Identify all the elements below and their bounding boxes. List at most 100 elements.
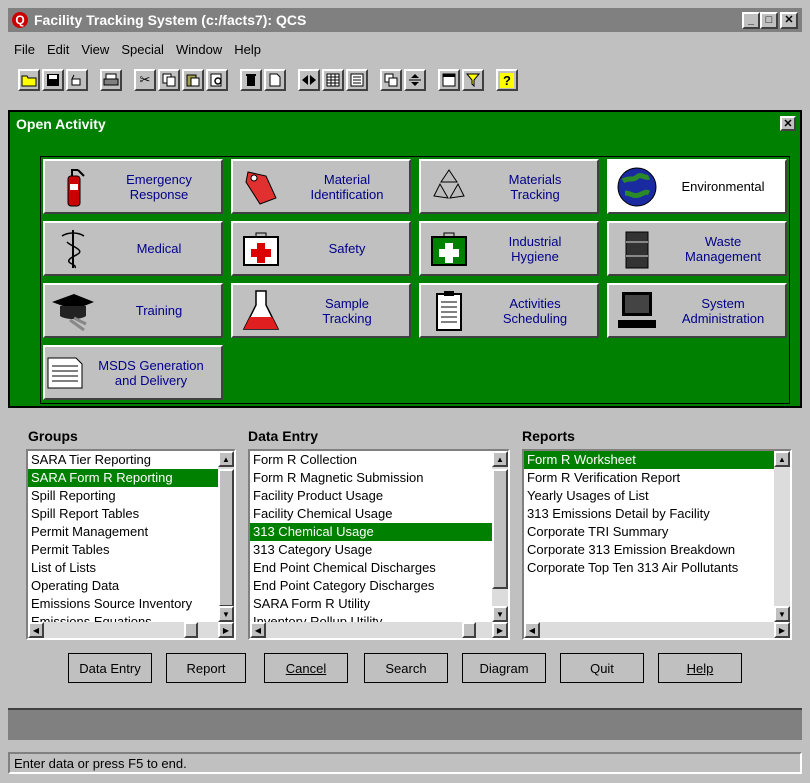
scroll-up-icon[interactable]: ▲ xyxy=(492,451,508,467)
new-page-icon[interactable] xyxy=(264,69,286,91)
groups-hscrollbar[interactable]: ◀ ▶ xyxy=(28,622,234,638)
list-item[interactable]: Inventory Rollup Utility xyxy=(250,613,492,622)
cascade-icon[interactable] xyxy=(380,69,402,91)
window-icon[interactable] xyxy=(438,69,460,91)
list-item[interactable]: SARA Tier Reporting xyxy=(28,451,218,469)
search-button[interactable]: Search xyxy=(364,653,448,683)
activity-close-button[interactable]: ✕ xyxy=(780,116,796,131)
scroll-thumb[interactable] xyxy=(184,622,198,638)
menu-special[interactable]: Special xyxy=(115,42,170,57)
reports-hscrollbar[interactable]: ◀ ▶ xyxy=(524,622,790,638)
list-item[interactable]: Form R Verification Report xyxy=(524,469,774,487)
scroll-thumb[interactable] xyxy=(462,622,476,638)
activity-material-identification[interactable]: Material Identification xyxy=(231,159,411,214)
form-icon[interactable] xyxy=(346,69,368,91)
menu-window[interactable]: Window xyxy=(170,42,228,57)
list-item[interactable]: Corporate 313 Emission Breakdown xyxy=(524,541,774,559)
activity-training[interactable]: Training xyxy=(43,283,223,338)
undo-icon[interactable] xyxy=(66,69,88,91)
scroll-down-icon[interactable]: ▼ xyxy=(218,606,234,622)
list-item[interactable]: Permit Tables xyxy=(28,541,218,559)
list-item[interactable]: 313 Emissions Detail by Facility xyxy=(524,505,774,523)
list-item[interactable]: End Point Category Discharges xyxy=(250,577,492,595)
menu-edit[interactable]: Edit xyxy=(41,42,75,57)
groups-list[interactable]: SARA Tier Reporting SARA Form R Reportin… xyxy=(26,449,236,640)
copy-icon[interactable] xyxy=(158,69,180,91)
activity-industrial-hygiene[interactable]: Industrial Hygiene xyxy=(419,221,599,276)
data-entry-button[interactable]: Data Entry xyxy=(68,653,152,683)
list-item[interactable]: List of Lists xyxy=(28,559,218,577)
activity-sample-tracking[interactable]: Sample Tracking xyxy=(231,283,411,338)
activity-waste-management[interactable]: Waste Management xyxy=(607,221,787,276)
scroll-left-icon[interactable]: ◀ xyxy=(250,622,266,638)
cut-icon[interactable]: ✂ xyxy=(134,69,156,91)
data-entry-hscrollbar[interactable]: ◀ ▶ xyxy=(250,622,508,638)
menu-file[interactable]: File xyxy=(8,42,41,57)
list-item[interactable]: 313 Category Usage xyxy=(250,541,492,559)
scroll-right-icon[interactable]: ▶ xyxy=(774,622,790,638)
list-item[interactable]: Emissions Equations xyxy=(28,613,218,622)
list-item[interactable]: Form R Worksheet xyxy=(524,451,774,469)
scroll-down-icon[interactable]: ▼ xyxy=(492,606,508,622)
cancel-button[interactable]: Cancel xyxy=(264,653,348,683)
save-icon[interactable] xyxy=(42,69,64,91)
close-button[interactable]: ✕ xyxy=(780,11,798,29)
prev-next-icon[interactable] xyxy=(298,69,320,91)
report-button[interactable]: Report xyxy=(166,653,246,683)
list-item[interactable]: Form R Magnetic Submission xyxy=(250,469,492,487)
list-item[interactable]: Emissions Source Inventory xyxy=(28,595,218,613)
list-item[interactable]: Spill Report Tables xyxy=(28,505,218,523)
menu-help[interactable]: Help xyxy=(228,42,267,57)
data-entry-vscrollbar[interactable]: ▲ ▼ xyxy=(492,451,508,622)
list-item[interactable]: SARA Form R Utility xyxy=(250,595,492,613)
list-item[interactable]: Spill Reporting xyxy=(28,487,218,505)
data-entry-list[interactable]: Form R Collection Form R Magnetic Submis… xyxy=(248,449,510,640)
scroll-thumb[interactable] xyxy=(492,469,508,589)
list-item[interactable]: 313 Chemical Usage xyxy=(250,523,492,541)
scroll-up-icon[interactable]: ▲ xyxy=(774,451,790,467)
scroll-up-icon[interactable]: ▲ xyxy=(218,451,234,467)
minimize-button[interactable]: _ xyxy=(742,11,760,29)
activity-materials-tracking[interactable]: Materials Tracking xyxy=(419,159,599,214)
list-item[interactable]: Facility Chemical Usage xyxy=(250,505,492,523)
list-item[interactable]: Permit Management xyxy=(28,523,218,541)
paste-icon[interactable] xyxy=(182,69,204,91)
activity-activities-scheduling[interactable]: Activities Scheduling xyxy=(419,283,599,338)
scroll-right-icon[interactable]: ▶ xyxy=(218,622,234,638)
grid-icon[interactable] xyxy=(322,69,344,91)
list-item[interactable]: Yearly Usages of List xyxy=(524,487,774,505)
activity-environmental[interactable]: Environmental xyxy=(607,159,787,214)
scroll-right-icon[interactable]: ▶ xyxy=(492,622,508,638)
list-item[interactable]: End Point Chemical Discharges xyxy=(250,559,492,577)
list-item[interactable]: Operating Data xyxy=(28,577,218,595)
maximize-button[interactable]: □ xyxy=(760,11,778,29)
title-bar[interactable]: Q Facility Tracking System (c:/facts7): … xyxy=(8,8,802,32)
open-folder-icon[interactable] xyxy=(18,69,40,91)
activity-system-administration[interactable]: System Administration xyxy=(607,283,787,338)
activity-medical[interactable]: Medical xyxy=(43,221,223,276)
filter-icon[interactable] xyxy=(462,69,484,91)
activity-msds-generation[interactable]: MSDS Generation and Delivery xyxy=(43,345,223,400)
split-icon[interactable] xyxy=(404,69,426,91)
diagram-button[interactable]: Diagram xyxy=(462,653,546,683)
print-icon[interactable] xyxy=(100,69,122,91)
groups-vscrollbar[interactable]: ▲ ▼ xyxy=(218,451,234,622)
scroll-left-icon[interactable]: ◀ xyxy=(28,622,44,638)
scroll-left-icon[interactable]: ◀ xyxy=(524,622,540,638)
help-button[interactable]: Help xyxy=(658,653,742,683)
quit-button[interactable]: Quit xyxy=(560,653,644,683)
reports-vscrollbar[interactable]: ▲ ▼ xyxy=(774,451,790,622)
menu-view[interactable]: View xyxy=(75,42,115,57)
activity-emergency-response[interactable]: Emergency Response xyxy=(43,159,223,214)
reports-list[interactable]: Form R Worksheet Form R Verification Rep… xyxy=(522,449,792,640)
delete-icon[interactable] xyxy=(240,69,262,91)
find-icon[interactable] xyxy=(206,69,228,91)
list-item[interactable]: SARA Form R Reporting xyxy=(28,469,218,487)
list-item[interactable]: Facility Product Usage xyxy=(250,487,492,505)
activity-safety[interactable]: Safety xyxy=(231,221,411,276)
scroll-down-icon[interactable]: ▼ xyxy=(774,606,790,622)
list-item[interactable]: Form R Collection xyxy=(250,451,492,469)
list-item[interactable]: Corporate Top Ten 313 Air Pollutants xyxy=(524,559,774,577)
scroll-thumb[interactable] xyxy=(218,469,234,607)
help-icon[interactable]: ? xyxy=(496,69,518,91)
